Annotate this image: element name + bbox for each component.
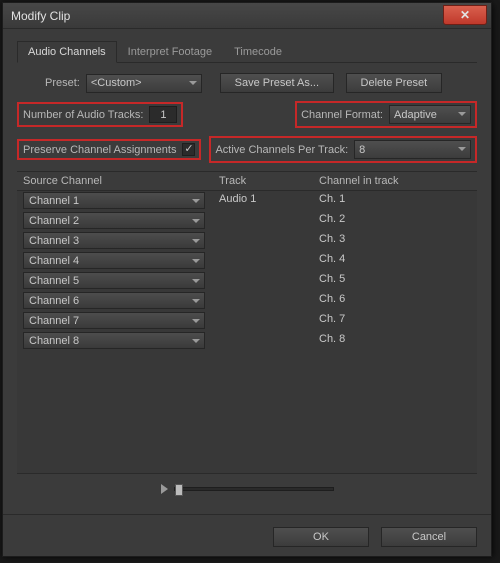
table-row: Channel 8 Ch. 8 — [17, 331, 477, 351]
preset-label: Preset: — [45, 77, 80, 89]
chevron-down-icon — [192, 319, 200, 323]
tab-interpret-footage[interactable]: Interpret Footage — [117, 41, 223, 62]
track-cell — [213, 271, 313, 291]
active-per-track-label: Active Channels Per Track: — [215, 144, 348, 156]
source-channel-dropdown[interactable]: Channel 5 — [23, 272, 205, 289]
window-title: Modify Clip — [11, 9, 70, 23]
ok-button[interactable]: OK — [273, 527, 369, 547]
highlight-num-tracks: Number of Audio Tracks: 1 — [17, 102, 183, 127]
chevron-down-icon — [192, 259, 200, 263]
modify-clip-dialog: Modify Clip ✕ Audio Channels Interpret F… — [2, 2, 492, 557]
delete-preset-button: Delete Preset — [346, 73, 442, 93]
channel-in-track-cell: Ch. 6 — [313, 291, 477, 311]
col-source-channel: Source Channel — [17, 172, 213, 190]
chevron-down-icon — [192, 239, 200, 243]
preserve-checkbox[interactable]: ✓ — [182, 143, 195, 156]
highlight-preserve: Preserve Channel Assignments ✓ — [17, 139, 201, 160]
preview-slider[interactable] — [174, 487, 334, 491]
preset-dropdown[interactable]: <Custom> — [86, 74, 202, 93]
close-button[interactable]: ✕ — [443, 5, 487, 25]
table-row: Channel 7 Ch. 7 — [17, 311, 477, 331]
chevron-down-icon — [192, 219, 200, 223]
channel-format-dropdown[interactable]: Adaptive — [389, 105, 471, 124]
source-channel-dropdown[interactable]: Channel 7 — [23, 312, 205, 329]
table-row: Channel 1 Audio 1Ch. 1 — [17, 191, 477, 211]
play-icon[interactable] — [161, 484, 168, 494]
channel-in-track-cell: Ch. 2 — [313, 211, 477, 231]
chevron-down-icon — [192, 279, 200, 283]
source-channel-dropdown[interactable]: Channel 3 — [23, 232, 205, 249]
track-cell — [213, 251, 313, 271]
table-row: Channel 3 Ch. 3 — [17, 231, 477, 251]
source-channel-dropdown[interactable]: Channel 6 — [23, 292, 205, 309]
chevron-down-icon — [458, 147, 466, 151]
channel-in-track-cell: Ch. 3 — [313, 231, 477, 251]
channel-table: Source Channel Track Channel in track Ch… — [17, 171, 477, 474]
channel-format-label: Channel Format: — [301, 109, 383, 121]
chevron-down-icon — [189, 81, 197, 85]
col-track: Track — [213, 172, 313, 190]
active-per-track-dropdown[interactable]: 8 — [354, 140, 471, 159]
num-tracks-input[interactable]: 1 — [149, 106, 177, 123]
check-icon: ✓ — [184, 144, 193, 155]
table-row: Channel 4 Ch. 4 — [17, 251, 477, 271]
chevron-down-icon — [192, 299, 200, 303]
source-channel-dropdown[interactable]: Channel 1 — [23, 192, 205, 209]
channel-in-track-cell: Ch. 1 — [313, 191, 477, 211]
chevron-down-icon — [192, 199, 200, 203]
tab-audio-channels[interactable]: Audio Channels — [17, 41, 117, 63]
tab-timecode[interactable]: Timecode — [223, 41, 293, 62]
track-cell — [213, 331, 313, 351]
dialog-footer: OK Cancel — [3, 514, 491, 559]
highlight-channel-format: Channel Format: Adaptive — [295, 101, 477, 128]
close-icon: ✕ — [460, 8, 470, 22]
track-cell — [213, 291, 313, 311]
channel-in-track-cell: Ch. 8 — [313, 331, 477, 351]
source-channel-dropdown[interactable]: Channel 2 — [23, 212, 205, 229]
track-cell: Audio 1 — [213, 191, 313, 211]
preserve-label: Preserve Channel Assignments — [23, 144, 176, 156]
channel-in-track-cell: Ch. 7 — [313, 311, 477, 331]
chevron-down-icon — [458, 112, 466, 116]
num-tracks-label: Number of Audio Tracks: — [23, 109, 143, 121]
highlight-active-per-track: Active Channels Per Track: 8 — [209, 136, 477, 163]
preset-value: <Custom> — [91, 77, 142, 89]
col-channel-in-track: Channel in track — [313, 172, 477, 190]
chevron-down-icon — [192, 339, 200, 343]
source-channel-dropdown[interactable]: Channel 8 — [23, 332, 205, 349]
titlebar: Modify Clip ✕ — [3, 3, 491, 29]
track-cell — [213, 231, 313, 251]
track-cell — [213, 311, 313, 331]
source-channel-dropdown[interactable]: Channel 4 — [23, 252, 205, 269]
slider-thumb[interactable] — [175, 484, 183, 496]
cancel-button[interactable]: Cancel — [381, 527, 477, 547]
save-preset-button[interactable]: Save Preset As... — [220, 73, 334, 93]
tab-bar: Audio Channels Interpret Footage Timecod… — [17, 41, 477, 63]
table-row: Channel 5 Ch. 5 — [17, 271, 477, 291]
table-row: Channel 2 Ch. 2 — [17, 211, 477, 231]
track-cell — [213, 211, 313, 231]
channel-in-track-cell: Ch. 4 — [313, 251, 477, 271]
channel-in-track-cell: Ch. 5 — [313, 271, 477, 291]
table-row: Channel 6 Ch. 6 — [17, 291, 477, 311]
preview-slider-area — [17, 484, 477, 494]
